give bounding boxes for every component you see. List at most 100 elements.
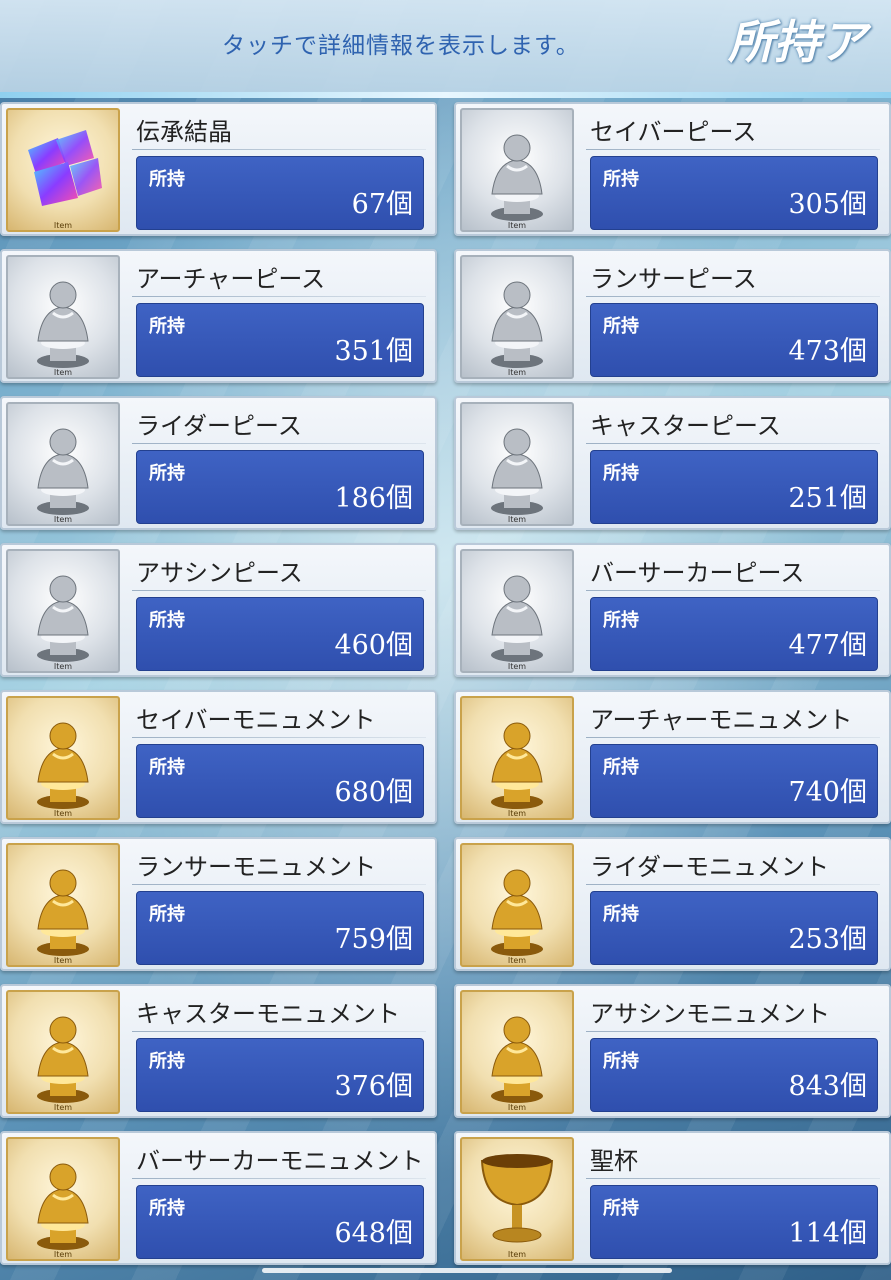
divider <box>586 884 880 885</box>
item-thumbnail: Item <box>460 990 574 1114</box>
item-card[interactable]: Item キャスターモニュメント 所持 376個 <box>0 984 437 1118</box>
item-grid: Item 伝承結晶 所持 67個 Item セイバーピース 所持 305個 Item アーチャーピ… <box>0 102 891 1265</box>
owned-quantity: 460個 <box>334 630 413 661</box>
divider <box>586 149 880 150</box>
divider <box>586 737 880 738</box>
item-name: 伝承結晶 <box>136 118 232 146</box>
owned-label: 所持 <box>603 1198 639 1219</box>
owned-label: 所持 <box>149 757 185 778</box>
owned-label: 所持 <box>603 316 639 337</box>
divider <box>132 296 426 297</box>
item-thumbnail: Item <box>6 549 120 673</box>
scroll-indicator[interactable] <box>262 1268 672 1273</box>
owned-label: 所持 <box>603 463 639 484</box>
item-name: セイバーピース <box>590 118 757 146</box>
thumb-tag: Item <box>507 221 527 230</box>
owned-label: 所持 <box>603 1051 639 1072</box>
owned-count-box: 所持 376個 <box>136 1038 424 1112</box>
item-card[interactable]: Item 聖杯 所持 114個 <box>454 1131 891 1265</box>
thumb-tag: Item <box>53 809 73 818</box>
divider <box>586 1031 880 1032</box>
thumb-tag: Item <box>53 515 73 524</box>
divider <box>132 149 426 150</box>
thumb-tag: Item <box>507 515 527 524</box>
item-card[interactable]: Item ランサーピース所持 473個 <box>454 249 891 383</box>
owned-count-box: 所持 680個 <box>136 744 424 818</box>
owned-label: 所持 <box>603 904 639 925</box>
owned-label: 所持 <box>603 757 639 778</box>
owned-label: 所持 <box>149 610 185 631</box>
owned-label: 所持 <box>149 1198 185 1219</box>
owned-label: 所持 <box>603 169 639 190</box>
owned-label: 所持 <box>603 610 639 631</box>
item-card[interactable]: Item アーチャーピース所持 351個 <box>0 249 437 383</box>
item-thumbnail: Item <box>6 843 120 967</box>
item-thumbnail: Item <box>6 255 120 379</box>
owned-quantity: 680個 <box>334 777 413 808</box>
item-card[interactable]: Item バーサーカーピース 所持 477個 <box>454 543 891 677</box>
owned-quantity: 477個 <box>788 630 867 661</box>
divider <box>586 443 880 444</box>
item-name: キャスターピース <box>590 412 781 440</box>
owned-label: 所持 <box>149 1051 185 1072</box>
owned-count-box: 所持 114個 <box>590 1185 878 1259</box>
item-name: アサシンモニュメント <box>590 1000 830 1028</box>
owned-label: 所持 <box>149 904 185 925</box>
item-thumbnail: Item <box>6 108 120 232</box>
owned-quantity: 114個 <box>788 1218 867 1249</box>
owned-quantity: 843個 <box>788 1071 867 1102</box>
thumb-tag: Item <box>507 1103 527 1112</box>
owned-count-box: 所持 473個 <box>590 303 878 377</box>
header-divider <box>0 92 891 98</box>
divider <box>132 590 426 591</box>
owned-label: 所持 <box>149 463 185 484</box>
divider <box>132 1031 426 1032</box>
divider <box>586 590 880 591</box>
owned-count-box: 所持 351個 <box>136 303 424 377</box>
item-thumbnail: Item <box>460 843 574 967</box>
item-name: アーチャーピース <box>136 265 326 293</box>
thumb-tag: Item <box>53 1250 73 1259</box>
divider <box>132 737 426 738</box>
thumb-tag: Item <box>507 956 527 965</box>
item-card[interactable]: Item アーチャーモニュメント所持 740個 <box>454 690 891 824</box>
thumb-tag: Item <box>53 956 73 965</box>
divider <box>132 884 426 885</box>
item-thumbnail: Item <box>460 255 574 379</box>
item-name: キャスターモニュメント <box>136 1000 400 1028</box>
thumb-tag: Item <box>507 1250 527 1259</box>
item-name: ランサーピース <box>590 265 757 293</box>
page-title: 所持ア <box>728 15 866 69</box>
item-card[interactable]: Item アサシンモニュメント所持 843個 <box>454 984 891 1118</box>
item-thumbnail: Item <box>460 696 574 820</box>
item-card[interactable]: Item 伝承結晶所持 67個 <box>0 102 437 236</box>
item-thumbnail: Item <box>460 1137 574 1261</box>
item-card[interactable]: Item セイバーモニュメント 所持 680個 <box>0 690 437 824</box>
owned-quantity: 351個 <box>334 336 413 367</box>
divider <box>132 443 426 444</box>
item-card[interactable]: Item セイバーピース所持 305個 <box>454 102 891 236</box>
item-card[interactable]: Item キャスターピース 所持 251個 <box>454 396 891 530</box>
thumb-tag: Item <box>507 662 527 671</box>
owned-quantity: 376個 <box>334 1071 413 1102</box>
owned-count-box: 所持 740個 <box>590 744 878 818</box>
item-card[interactable]: Item アサシンピース所持 460個 <box>0 543 437 677</box>
owned-quantity: 473個 <box>788 336 867 367</box>
owned-count-box: 所持 460個 <box>136 597 424 671</box>
item-card[interactable]: Item ランサーモニュメント 所持 759個 <box>0 837 437 971</box>
owned-label: 所持 <box>149 316 185 337</box>
item-name: アサシンピース <box>136 559 303 587</box>
item-name: アーチャーモニュメント <box>590 706 853 734</box>
item-card[interactable]: Item バーサーカーモニュメント 所持 648個 <box>0 1131 437 1265</box>
item-thumbnail: Item <box>6 1137 120 1261</box>
item-card[interactable]: Item ライダーモニュメント 所持 253個 <box>454 837 891 971</box>
owned-count-box: 所持 305個 <box>590 156 878 230</box>
thumb-tag: Item <box>53 662 73 671</box>
item-name: ライダーモニュメント <box>590 853 830 881</box>
header-bar: タッチで詳細情報を表示します。 所持ア <box>0 0 891 92</box>
owned-count-box: 所持 759個 <box>136 891 424 965</box>
hint-text: タッチで詳細情報を表示します。 <box>222 33 580 59</box>
owned-quantity: 648個 <box>334 1218 413 1249</box>
owned-count-box: 所持 67個 <box>136 156 424 230</box>
item-card[interactable]: Item ライダーピース 所持 186個 <box>0 396 437 530</box>
